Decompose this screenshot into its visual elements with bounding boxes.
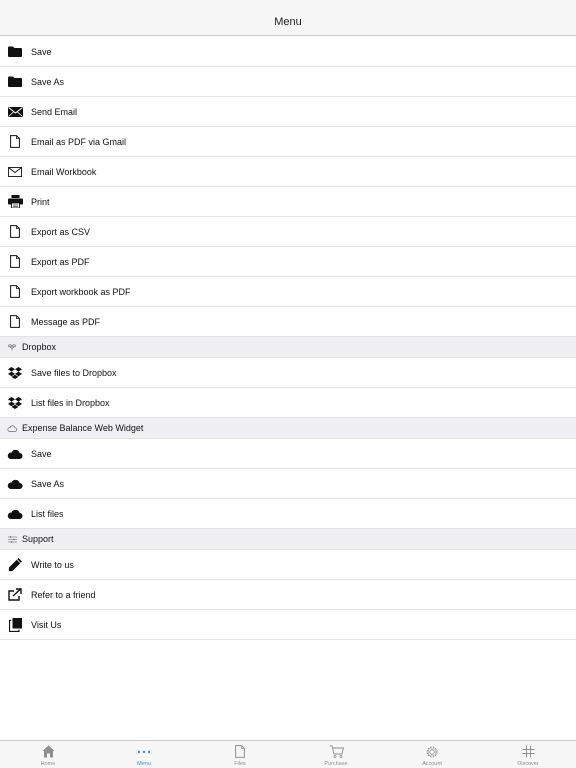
menu-item-widget-save[interactable]: Save [0, 439, 576, 469]
tab-files[interactable]: Files [192, 741, 288, 768]
cart-icon [329, 744, 344, 759]
menu-item-widget-list-files[interactable]: List files [0, 499, 576, 529]
tab-label: Purchase [324, 761, 348, 767]
tab-label: Account [422, 761, 442, 767]
more-dots-icon [137, 744, 151, 759]
navigation-bar: Menu [0, 0, 576, 36]
section-header-widget: Expense Balance Web Widget [0, 418, 576, 439]
dropbox-icon [0, 343, 22, 351]
menu-item-label: List files [31, 508, 64, 519]
menu-item-label: Send Email [31, 106, 78, 117]
share-icon [0, 588, 30, 601]
menu-item-visit-us[interactable]: Visit Us [0, 610, 576, 640]
menu-item-save-dropbox[interactable]: Save files to Dropbox [0, 358, 576, 388]
document-icon [0, 315, 30, 328]
menu-item-label: Export as CSV [31, 226, 91, 237]
menu-item-label: Message as PDF [31, 316, 101, 327]
tab-label: Discover [517, 761, 539, 767]
document-icon [0, 135, 30, 148]
menu-item-refer-friend[interactable]: Refer to a friend [0, 580, 576, 610]
cloud-icon [0, 479, 30, 489]
menu-item-export-pdf[interactable]: Export as PDF [0, 247, 576, 277]
envelope-outline-icon [0, 166, 30, 177]
tab-purchase[interactable]: Purchase [288, 741, 384, 768]
menu-item-export-csv[interactable]: Export as CSV [0, 217, 576, 247]
menu-item-label: Save As [31, 478, 65, 489]
menu-item-send-email[interactable]: Send Email [0, 97, 576, 127]
envelope-filled-icon [0, 106, 30, 117]
menu-item-label: List files in Dropbox [31, 397, 110, 408]
menu-item-label: Write to us [31, 559, 74, 570]
folder-icon [0, 76, 30, 87]
tab-discover[interactable]: Discover [480, 741, 576, 768]
tab-account[interactable]: Account [384, 741, 480, 768]
tab-home[interactable]: Home [0, 741, 96, 768]
copy-icon [0, 617, 30, 632]
menu-item-email-workbook[interactable]: Email Workbook [0, 157, 576, 187]
menu-item-write-to-us[interactable]: Write to us [0, 550, 576, 580]
menu-item-label: Save files to Dropbox [31, 367, 117, 378]
menu-item-widget-save-as[interactable]: Save As [0, 469, 576, 499]
menu-item-label: Visit Us [31, 619, 62, 630]
menu-item-save-as[interactable]: Save As [0, 67, 576, 97]
menu-item-label: Print [31, 196, 50, 207]
file-icon [235, 744, 245, 759]
tab-menu[interactable]: Menu [96, 741, 192, 768]
hash-icon [522, 744, 535, 759]
section-title: Support [22, 534, 54, 544]
menu-item-print[interactable]: Print [0, 187, 576, 217]
home-icon [42, 744, 55, 759]
cloud-icon [0, 509, 30, 519]
tab-label: Home [40, 761, 56, 767]
menu-item-email-pdf-gmail[interactable]: Email as PDF via Gmail [0, 127, 576, 157]
document-icon [0, 285, 30, 298]
tab-label: Menu [137, 761, 151, 767]
menu-item-export-workbook-pdf[interactable]: Export workbook as PDF [0, 277, 576, 307]
dropbox-icon [0, 366, 30, 379]
section-header-support: Support [0, 529, 576, 550]
menu-item-label: Export workbook as PDF [31, 286, 131, 297]
document-icon [0, 225, 30, 238]
section-title: Dropbox [22, 342, 57, 352]
cloud-icon [0, 449, 30, 459]
tab-bar: Home Menu Files Purchase Account Discove… [0, 740, 576, 768]
menu-item-label: Email as PDF via Gmail [31, 136, 127, 147]
folder-icon [0, 46, 30, 57]
menu-item-save[interactable]: Save [0, 37, 576, 67]
dropbox-icon [0, 396, 30, 409]
document-icon [0, 255, 30, 268]
pencil-icon [0, 557, 30, 572]
menu-item-label: Save As [31, 76, 65, 87]
section-title: Expense Balance Web Widget [22, 423, 144, 433]
menu-item-label: Export as PDF [31, 256, 90, 267]
cloud-outline-icon [0, 425, 22, 432]
menu-item-label: Refer to a friend [31, 589, 96, 600]
menu-list: Save Save As Send Email Email as PDF via… [0, 37, 576, 640]
menu-item-label: Email Workbook [31, 166, 97, 177]
sliders-icon [0, 535, 22, 543]
page-title: Menu [274, 16, 302, 28]
menu-item-label: Save [31, 46, 52, 57]
menu-item-list-dropbox[interactable]: List files in Dropbox [0, 388, 576, 418]
section-header-dropbox: Dropbox [0, 337, 576, 358]
printer-icon [0, 195, 30, 208]
menu-item-message-pdf[interactable]: Message as PDF [0, 307, 576, 337]
tab-label: Files [234, 761, 246, 767]
gear-icon [425, 744, 439, 759]
menu-item-label: Save [31, 448, 52, 459]
